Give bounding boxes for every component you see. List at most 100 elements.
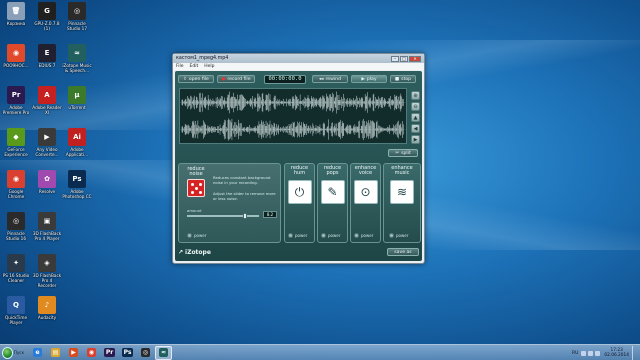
amount-slider-handle[interactable] <box>242 213 247 219</box>
power-toggle-icon <box>288 233 293 238</box>
reduce-hum-title: reduce hum <box>290 165 309 176</box>
taskbar-app-icon[interactable]: Ps <box>119 346 136 360</box>
desktop-icon-label: Adobe Photoshop CC <box>62 189 92 199</box>
show-desktop-button[interactable] <box>632 346 638 360</box>
split-button[interactable]: ✂ split <box>388 149 418 157</box>
scroll-left-icon[interactable]: ◀ <box>411 124 420 133</box>
desktop-icon[interactable]: ◎ Pinnacle Studio 16 <box>1 212 31 252</box>
music-wave-icon[interactable]: ≋ <box>390 180 414 204</box>
taskbar-app-glyph: ≈ <box>158 348 169 357</box>
desktop-icon[interactable]: Ps Adobe Photoshop CC <box>62 170 92 210</box>
app-icon: ♪ <box>38 296 56 314</box>
taskbar-app-icon[interactable]: ◉ <box>83 346 100 360</box>
start-button[interactable]: Пуск <box>2 346 24 360</box>
desktop-icon[interactable]: ◆ GeForce Experience <box>1 128 31 168</box>
desktop-icon[interactable]: ◉ РОО9НОС... <box>1 44 31 84</box>
desktop-icon[interactable]: Ai Adobe Applicati... <box>62 128 92 168</box>
reduce-noise-title: reduce noise <box>187 166 205 177</box>
desktop-icon[interactable]: ▶ Any Video Converte... <box>32 128 62 168</box>
power-toggle-icon <box>389 233 394 238</box>
power-label: power <box>295 233 308 238</box>
scroll-right-icon[interactable]: ▶ <box>411 135 420 144</box>
app-footer: ↗ iZotope save as <box>178 246 419 258</box>
voice-microphone-icon[interactable]: ⊙ <box>353 180 378 204</box>
clock[interactable]: 17:23 02.06.2014 <box>604 348 629 358</box>
desktop-icon-label: Pinnacle Studio 16 <box>6 231 26 241</box>
desktop-icon[interactable]: ≈ iZotope Music & Speech... <box>62 44 92 84</box>
tray-volume-icon[interactable] <box>595 350 601 356</box>
desktop-icon[interactable]: ✦ PS 16 Studio Cleaner <box>1 254 31 294</box>
app-icon: µ <box>68 86 86 104</box>
desktop-icon-label: Resolve <box>38 189 56 194</box>
taskbar-app-icon[interactable]: ▶ <box>65 346 82 360</box>
desktop-icon[interactable]: ✿ Resolve <box>32 170 62 210</box>
taskbar-app-glyph: ◎ <box>140 348 151 357</box>
rewind-icon: ◂◂ <box>318 76 324 82</box>
desktop-icon[interactable]: Q QuickTime Player <box>1 296 31 336</box>
noise-dice-icon[interactable] <box>187 179 205 197</box>
taskbar-app-icon[interactable]: ◎ <box>137 346 154 360</box>
desktop-icon[interactable]: ▣ 3D FlashBack Pro 4 Player <box>32 212 62 252</box>
open-file-icon: ⇪ <box>183 76 187 82</box>
amount-slider[interactable] <box>187 213 259 219</box>
desktop-icon[interactable]: E EDIUS 7 <box>32 44 62 84</box>
app-icon: ✿ <box>38 170 56 188</box>
title-bar[interactable]: кастом1_mpeg4.mp4 – □ ✕ <box>173 54 424 63</box>
menu-help[interactable]: Help <box>204 64 214 69</box>
desktop-icon[interactable]: A Adobe Reader XI <box>32 86 62 126</box>
transport-toolbar: ⇪ open file ● record file 00:00:00.0 ◂◂ … <box>178 74 419 84</box>
power-label: power <box>361 233 374 238</box>
menu-file[interactable]: File <box>176 64 184 69</box>
maximize-button[interactable]: □ <box>400 55 408 62</box>
save-as-button[interactable]: save as <box>387 248 419 256</box>
app-icon: ◉ <box>7 170 25 188</box>
menu-edit[interactable]: Edit <box>190 64 199 69</box>
reduce-pops-power[interactable]: power <box>321 233 340 238</box>
hum-plug-icon[interactable]: ⏻ <box>287 180 312 204</box>
desktop-icon-label: Pinnacle Studio 17 <box>67 21 87 31</box>
stop-label: stop <box>401 76 412 82</box>
scroll-up-icon[interactable]: ▲ <box>411 113 420 122</box>
taskbar-app-icon[interactable]: e <box>29 346 46 360</box>
menu-bar: File Edit Help <box>173 63 424 70</box>
system-tray: RU 17:23 02.06.2014 <box>572 346 638 360</box>
reduce-noise-power[interactable]: power <box>187 233 206 238</box>
rewind-button[interactable]: ◂◂ rewind <box>312 75 348 83</box>
desktop-icon[interactable]: ◈ 3D FlashBack Pro 4 Recorder <box>32 254 62 294</box>
record-file-button[interactable]: ● record file <box>217 75 255 83</box>
desktop-icon[interactable]: µ uTorrent <box>62 86 92 126</box>
desktop-icon[interactable]: G GPU-Z.0.7.8 (1) <box>32 2 62 42</box>
amount-value[interactable]: 8.2 <box>263 211 277 218</box>
zoom-in-icon[interactable]: ⊕ <box>411 91 420 100</box>
play-button[interactable]: ▶ play <box>351 75 387 83</box>
reduce-hum-power[interactable]: power <box>288 233 307 238</box>
tray-network-icon[interactable] <box>588 350 594 356</box>
play-label: play <box>366 76 377 82</box>
language-indicator[interactable]: RU <box>572 351 578 356</box>
time-display: 00:00:00.0 <box>264 74 306 84</box>
enhance-voice-power[interactable]: power <box>354 233 373 238</box>
reduce-pops-panel: reduce pops ✎ power <box>317 163 348 243</box>
zoom-out-icon[interactable]: ⊖ <box>411 102 420 111</box>
open-file-button[interactable]: ⇪ open file <box>178 75 214 83</box>
waveform-display[interactable] <box>179 88 407 144</box>
stop-button[interactable]: ■ stop <box>390 75 416 83</box>
enhance-music-title: enhance music <box>391 165 413 176</box>
app-icon: Q <box>7 296 25 314</box>
app-icon: Ps <box>68 170 86 188</box>
taskbar-app-icon[interactable]: Pr <box>101 346 118 360</box>
desktop-icon-label: РОО9НОС... <box>3 63 29 68</box>
tray-flag-icon[interactable] <box>581 350 587 356</box>
minimize-button[interactable]: – <box>391 55 399 62</box>
taskbar-app-icon[interactable]: ▤ <box>47 346 64 360</box>
desktop-icon[interactable]: Pr Adobe Premiere Pro <box>1 86 31 126</box>
split-label: split <box>401 150 411 156</box>
taskbar-app-icon[interactable]: ≈ <box>155 345 172 360</box>
desktop-icon[interactable]: ◉ Google Chrome <box>1 170 31 210</box>
desktop-icon[interactable]: ◎ Pinnacle Studio 17 <box>62 2 92 42</box>
close-button[interactable]: ✕ <box>409 55 421 62</box>
desktop-icon[interactable]: ♪ Audacity <box>32 296 62 336</box>
pops-pen-icon[interactable]: ✎ <box>320 180 345 204</box>
desktop-icon[interactable]: 🗑 Корзина <box>1 2 31 42</box>
enhance-music-power[interactable]: power <box>389 233 408 238</box>
